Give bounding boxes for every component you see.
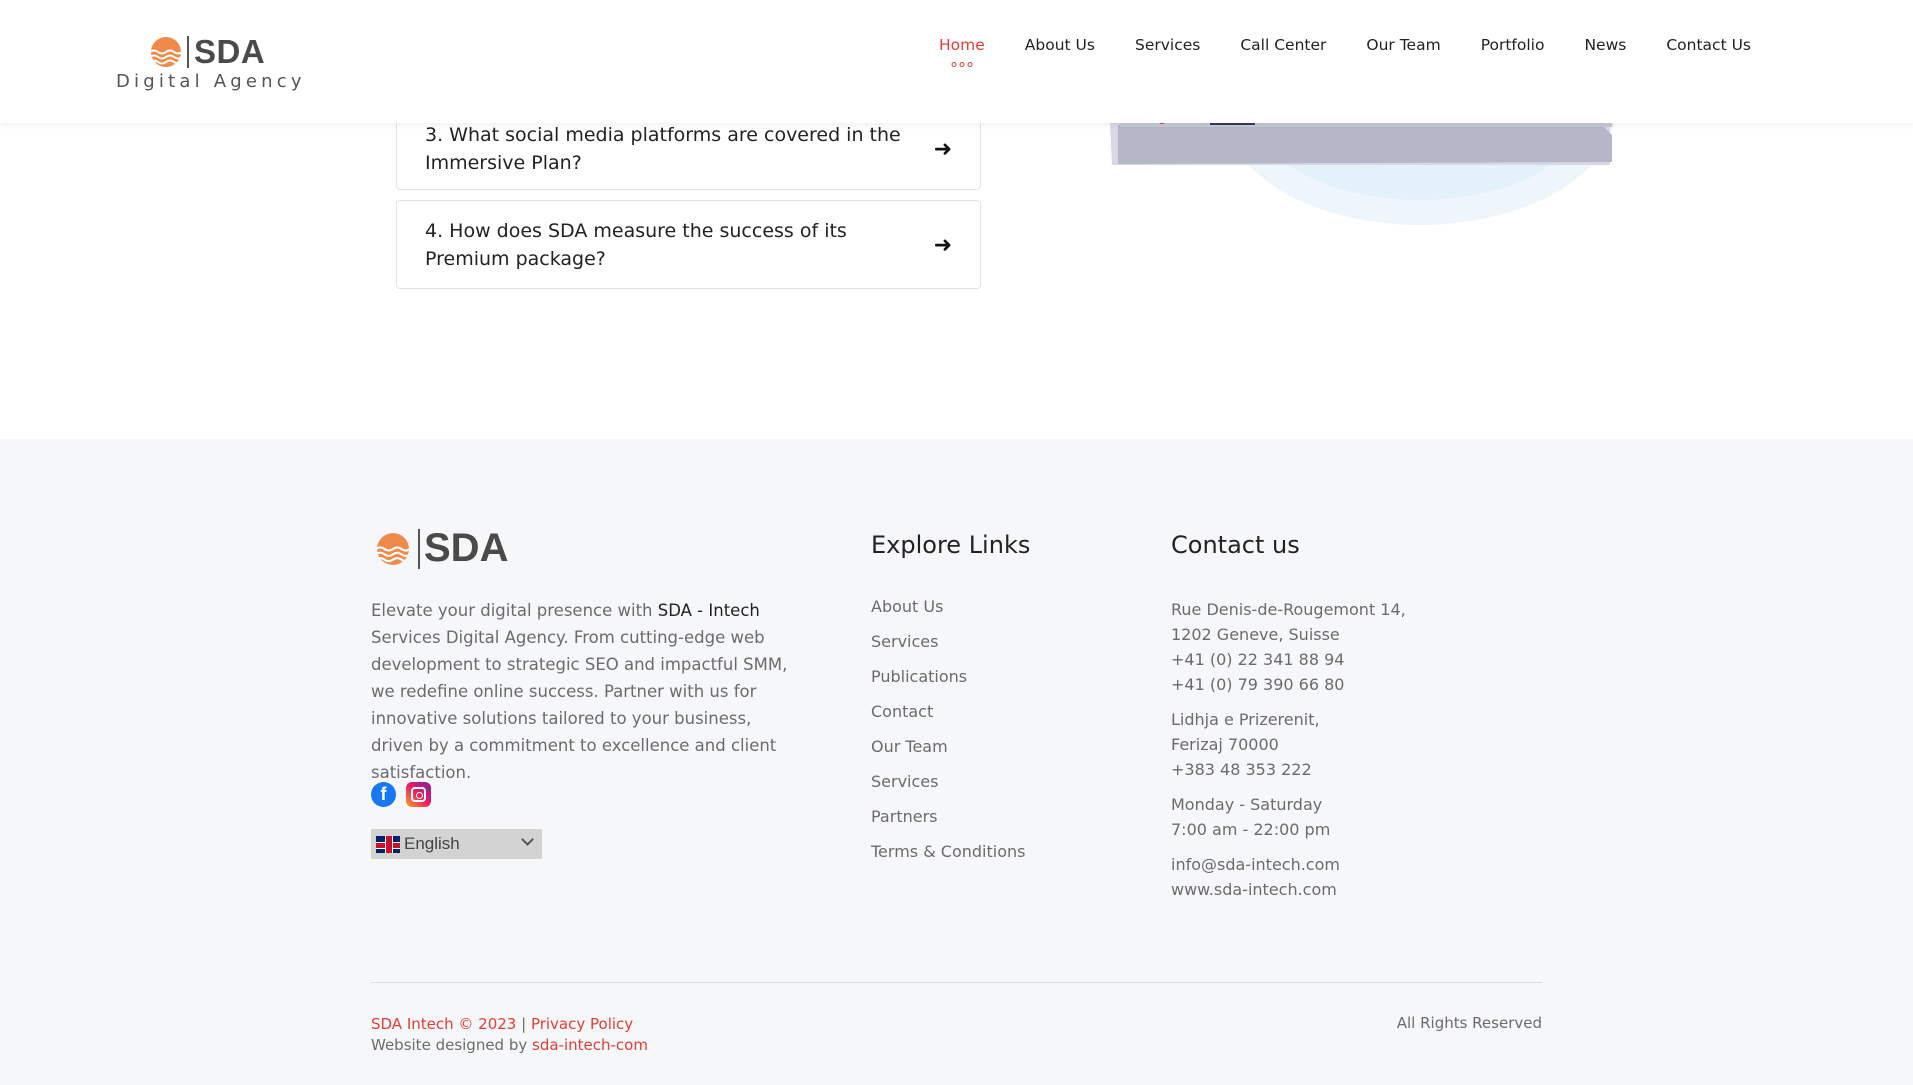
explore-links-list: About Us Services Publications Contact O…: [871, 597, 1025, 877]
phone-number[interactable]: +41 (0) 79 390 66 80: [1171, 672, 1406, 697]
rights-reserved: All Rights Reserved: [1396, 1014, 1542, 1032]
arrow-right-icon: ➜: [933, 136, 952, 161]
arrow-right-icon: ➜: [933, 231, 952, 257]
phone-number[interactable]: +383 48 353 222: [1171, 757, 1406, 782]
footer-link-services[interactable]: Services: [871, 632, 1025, 667]
facebook-icon[interactable]: f: [371, 782, 396, 807]
footer-link-publications[interactable]: Publications: [871, 667, 1025, 702]
privacy-policy-link[interactable]: Privacy Policy: [531, 1015, 633, 1033]
language-select[interactable]: English: [371, 829, 542, 859]
ferizaj-office: Lidhja e Prizerenit, Ferizaj 70000 +383 …: [1171, 707, 1406, 782]
logo-divider: [187, 36, 189, 68]
nav-about-us[interactable]: About Us: [1005, 36, 1115, 54]
opening-hours: Monday - Saturday 7:00 am - 22:00 pm: [1171, 792, 1406, 842]
footer-link-contact[interactable]: Contact: [871, 702, 1025, 737]
nav-our-team[interactable]: Our Team: [1346, 36, 1460, 54]
contact-info: Rue Denis-de-Rougemont 14, 1202 Geneve, …: [1171, 597, 1406, 912]
nav-news[interactable]: News: [1564, 36, 1646, 54]
address-line: Lidhja e Prizerenit,: [1171, 710, 1320, 729]
main-nav: Home About Us Services Call Center Our T…: [919, 36, 1771, 67]
geneva-office: Rue Denis-de-Rougemont 14, 1202 Geneve, …: [1171, 597, 1406, 697]
logo-tagline: Digital Agency: [116, 71, 306, 92]
faq-item-4[interactable]: 4. How does SDA measure the success of i…: [396, 200, 981, 289]
address-line: Rue Denis-de-Rougemont 14,: [1171, 600, 1406, 619]
footer-logo: SDA: [376, 526, 516, 570]
footer-link-terms[interactable]: Terms & Conditions: [871, 842, 1025, 877]
about-highlight: SDA - Intech: [657, 601, 760, 620]
nav-portfolio[interactable]: Portfolio: [1461, 36, 1565, 54]
nav-call-center[interactable]: Call Center: [1220, 36, 1346, 54]
designed-by-label: Website designed by: [371, 1036, 533, 1054]
nav-services[interactable]: Services: [1115, 36, 1220, 54]
uk-flag-icon: [376, 835, 400, 853]
copyright-block: SDA Intech © 2023 | Privacy Policy Websi…: [371, 1014, 648, 1056]
faq-question: 3. What social media platforms are cover…: [425, 124, 901, 174]
address-line: 1202 Geneve, Suisse: [1171, 625, 1340, 644]
footer-link-services-2[interactable]: Services: [871, 772, 1025, 807]
about-rest: Services Digital Agency. From cutting-ed…: [371, 628, 788, 782]
footer-link-our-team[interactable]: Our Team: [871, 737, 1025, 772]
contact-us-title: Contact us: [1171, 531, 1300, 559]
address-line: Ferizaj 70000: [1171, 735, 1279, 754]
faq-question: 4. How does SDA measure the success of i…: [425, 219, 847, 270]
language-value: English: [404, 834, 460, 853]
nav-contact-us[interactable]: Contact Us: [1646, 36, 1771, 54]
phone-number[interactable]: +41 (0) 22 341 88 94: [1171, 647, 1406, 672]
online-contact: info@sda-intech.com www.sda-intech.com: [1171, 852, 1406, 902]
hours-days: Monday - Saturday: [1171, 795, 1323, 814]
instagram-icon[interactable]: [406, 782, 431, 807]
sun-waves-logo-icon: [377, 533, 409, 565]
footer-about-text: Elevate your digital presence with SDA -…: [371, 597, 791, 786]
active-indicator-dots: [951, 62, 973, 67]
nav-label: Home: [939, 36, 985, 54]
site-header: SDA Digital Agency Home About Us Service…: [0, 0, 1913, 123]
footer-link-about-us[interactable]: About Us: [871, 597, 1025, 632]
designer-link[interactable]: sda-intech-com: [532, 1036, 648, 1054]
logo-divider: [418, 529, 420, 569]
footer-divider: [371, 982, 1542, 983]
website-link[interactable]: www.sda-intech.com: [1171, 877, 1406, 902]
footer-logo-brand: SDA: [424, 526, 509, 570]
sun-waves-logo-icon: [151, 37, 181, 67]
footer-link-partners[interactable]: Partners: [871, 807, 1025, 842]
separator: |: [516, 1015, 531, 1033]
about-prefix: Elevate your digital presence with: [371, 601, 658, 620]
chevron-down-icon: [521, 833, 534, 846]
email-link[interactable]: info@sda-intech.com: [1171, 852, 1406, 877]
nav-home[interactable]: Home: [919, 36, 1005, 67]
copyright-text: SDA Intech © 2023: [371, 1015, 517, 1033]
social-links: f: [371, 782, 431, 807]
logo-brand: SDA: [194, 33, 266, 70]
hours-time: 7:00 am - 22:00 pm: [1171, 820, 1331, 839]
site-logo[interactable]: SDA Digital Agency: [116, 32, 306, 92]
explore-links-title: Explore Links: [871, 531, 1031, 559]
